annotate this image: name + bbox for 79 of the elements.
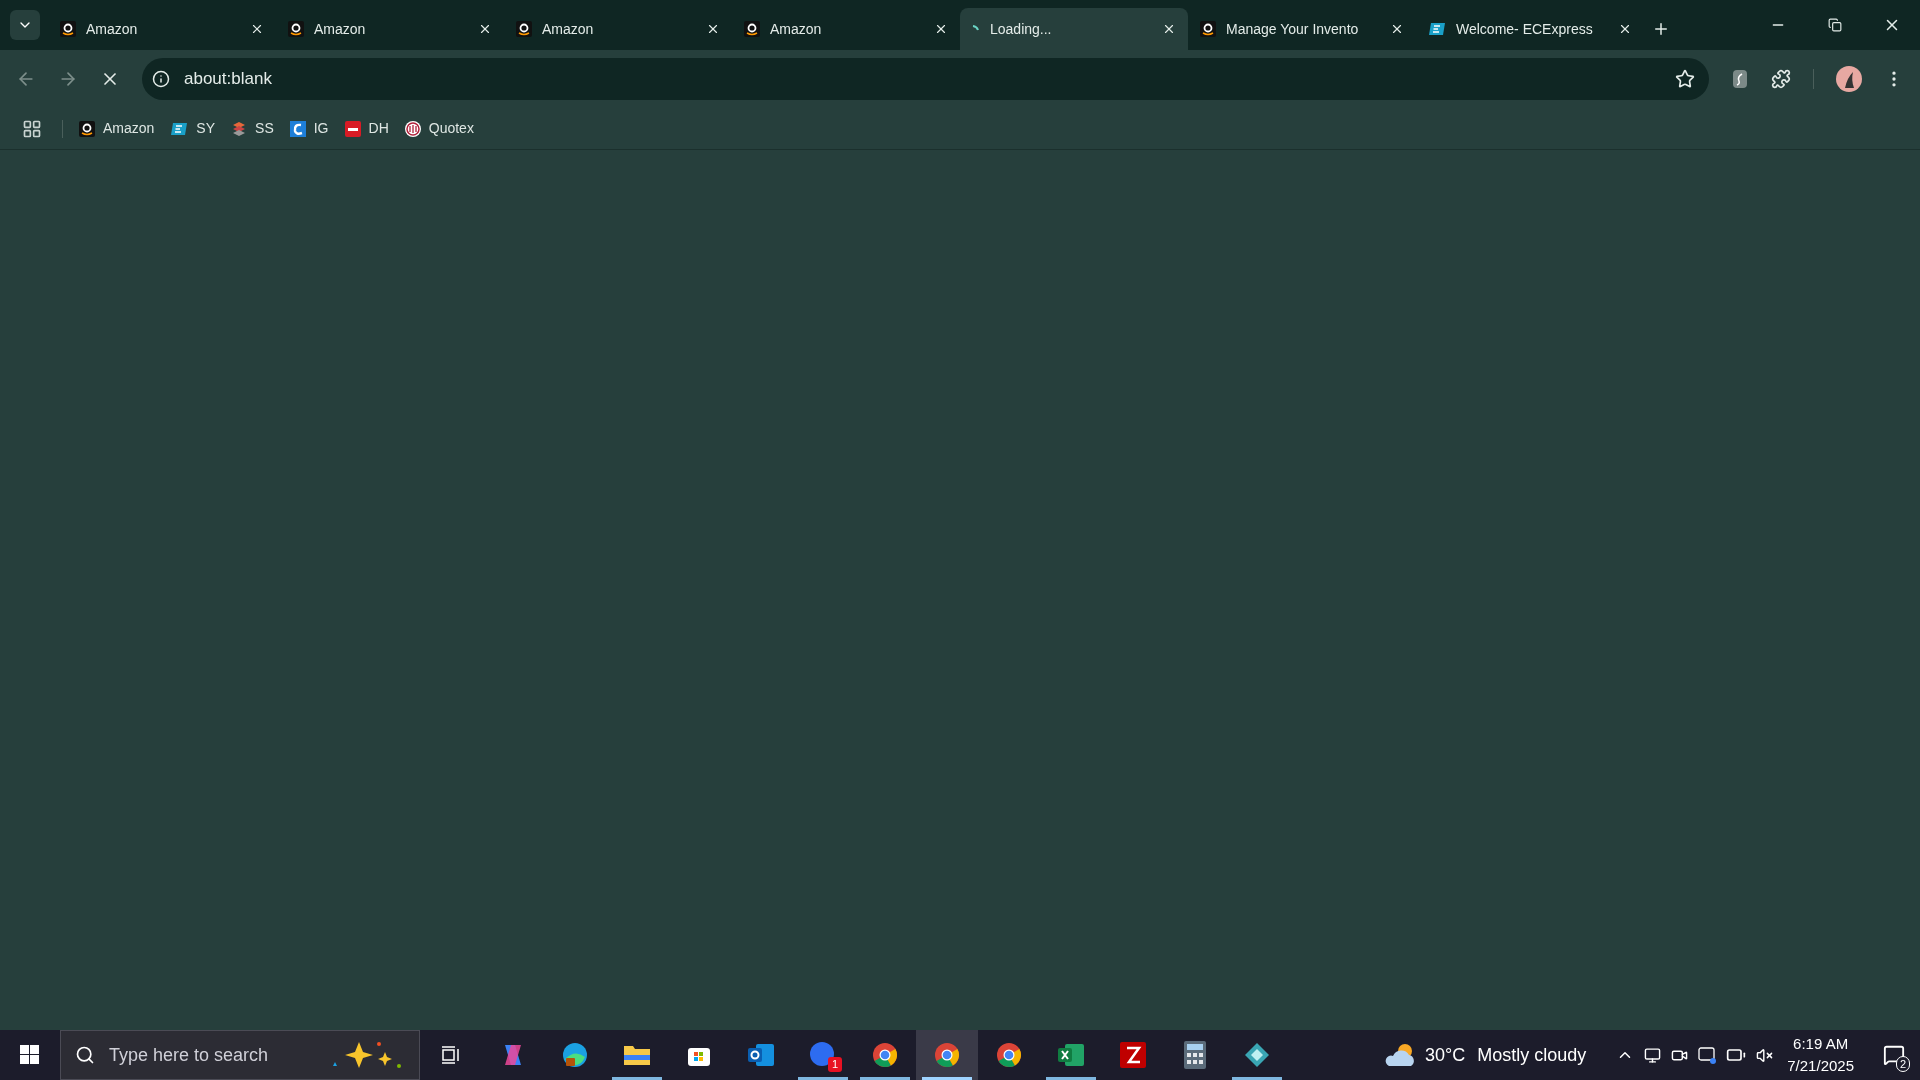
circle-app-icon	[809, 1041, 837, 1069]
close-icon[interactable]	[250, 22, 264, 36]
folder-icon	[623, 1043, 651, 1067]
diamond-icon	[1243, 1041, 1271, 1069]
notification-count: 2	[1895, 1056, 1910, 1072]
close-icon[interactable]	[478, 22, 492, 36]
taskbar-app-button[interactable]: 1	[792, 1030, 854, 1080]
url-text: about:blank	[184, 68, 273, 91]
wave-globe-icon	[561, 1041, 589, 1069]
chrome-icon	[933, 1041, 961, 1069]
spinner-icon	[972, 25, 980, 33]
notification-center-button[interactable]: 2	[1868, 1030, 1920, 1080]
tab-title: Welcome- ECExpress	[1456, 19, 1594, 39]
browser-tab[interactable]: Amazon	[48, 8, 276, 50]
tab-title: Loading...	[990, 19, 1053, 39]
shield-icon	[404, 120, 421, 137]
letter-tile-icon	[1120, 1042, 1146, 1068]
chrome-icon	[871, 1041, 899, 1069]
notification-badge: 1	[827, 1057, 842, 1072]
tab-title: Manage Your Invento	[1226, 19, 1360, 39]
tab-title: Amazon	[542, 19, 595, 39]
sync-screen-icon[interactable]	[1698, 1046, 1717, 1064]
close-icon[interactable]	[1390, 22, 1404, 36]
amazon-icon	[744, 21, 760, 37]
amazon-icon	[288, 21, 304, 37]
tilted-blocks-icon	[170, 121, 189, 136]
close-icon[interactable]	[934, 22, 948, 36]
amazon-icon	[1200, 21, 1216, 37]
search-icon	[75, 1045, 95, 1065]
extensions-icon[interactable]	[1771, 69, 1791, 89]
tab-title: Amazon	[770, 19, 823, 39]
bookmark-link[interactable]: IG	[313, 118, 329, 139]
tab-title: Amazon	[86, 19, 139, 39]
cloud-sun-icon	[1383, 1042, 1417, 1068]
spreadsheet-icon	[1057, 1042, 1085, 1068]
close-icon[interactable]	[1618, 22, 1632, 36]
apps-grid-icon[interactable]	[22, 118, 42, 139]
clock-time[interactable]: 6:19 AM	[1793, 1033, 1849, 1055]
browser-tab[interactable]: Loading...	[960, 8, 1188, 50]
mute-icon[interactable]	[1756, 1046, 1774, 1064]
bookmark-link[interactable]: SS	[255, 118, 274, 139]
bookmark-link[interactable]: Amazon	[103, 118, 155, 139]
amazon-icon	[60, 21, 76, 37]
temperature-text: 30°C	[1425, 1043, 1466, 1067]
browser-tab[interactable]: Amazon	[732, 8, 960, 50]
taskbar-app-button[interactable]	[916, 1030, 978, 1080]
browser-tab[interactable]: Amazon	[276, 8, 504, 50]
search-placeholder: Type here to search	[109, 1043, 270, 1067]
amazon-icon	[516, 21, 532, 37]
task-view-icon	[440, 1044, 462, 1066]
close-icon[interactable]	[1162, 22, 1176, 36]
avatar-icon[interactable]	[1836, 66, 1862, 92]
address-bar[interactable]: about:blank	[142, 58, 1709, 100]
bookmark-link[interactable]: Quotex	[428, 118, 474, 139]
browser-tab[interactable]: Manage Your Invento	[1188, 8, 1416, 50]
tab-search-button[interactable]	[10, 10, 40, 40]
amazon-icon	[79, 120, 95, 137]
windows-logo-icon[interactable]	[20, 1045, 40, 1065]
bookmark-star-icon[interactable]	[1675, 69, 1695, 89]
chrome-icon	[995, 1041, 1023, 1069]
browser-tab[interactable]: Welcome- ECExpress	[1416, 8, 1644, 50]
tilted-blocks-icon	[1428, 22, 1446, 36]
restore-icon[interactable]	[1827, 18, 1842, 32]
envelope-icon	[747, 1042, 775, 1068]
close-icon[interactable]	[706, 22, 720, 36]
clock-date[interactable]: 7/21/2025	[1787, 1055, 1854, 1077]
tab-title: Amazon	[314, 19, 367, 39]
calculator-icon	[1184, 1041, 1206, 1069]
network-icon[interactable]	[1644, 1046, 1662, 1064]
bookmark-link[interactable]: SY	[196, 118, 216, 139]
bookmark-link[interactable]: DH	[368, 118, 389, 139]
message-icon	[1883, 1044, 1905, 1066]
taskbar-search-field[interactable]: Type here to search	[60, 1030, 420, 1080]
new-tab-icon[interactable]	[1652, 20, 1670, 38]
browser-tab[interactable]: Amazon	[504, 8, 732, 50]
square-logo-icon	[344, 120, 361, 137]
weather-condition: Mostly cloudy	[1477, 1043, 1587, 1067]
info-icon[interactable]	[152, 70, 170, 88]
extension-leaf-icon[interactable]	[1731, 69, 1749, 89]
